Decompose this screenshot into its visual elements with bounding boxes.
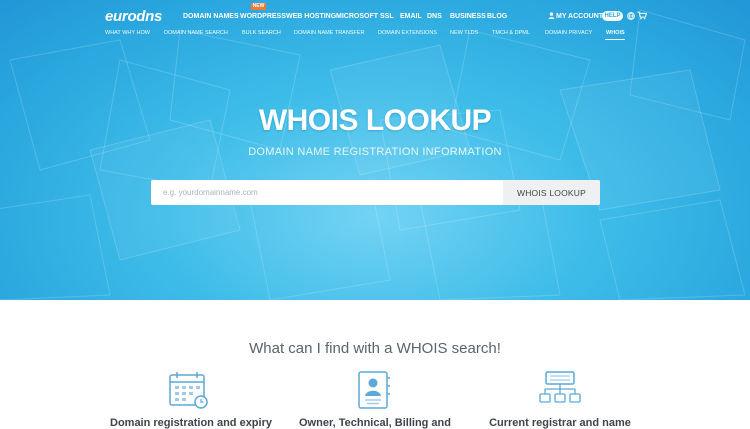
feature-label-registrar: Current registrar and name [489, 417, 631, 429]
my-account-link[interactable]: MY ACCOUNT [548, 12, 603, 20]
subnav-domain-name-transfer[interactable]: DOMAIN NAME TRANSFER [294, 30, 365, 36]
network-hierarchy-icon [539, 371, 581, 403]
hero-banner: eurodns DOMAIN NAMES WORDPRESS WEB HOSTI… [0, 0, 750, 300]
new-badge: NEW [251, 3, 266, 10]
nav-dns[interactable]: DNS [427, 13, 442, 20]
whois-lookup-button[interactable]: WHOIS LOOKUP [503, 180, 600, 205]
page-title: WHOIS LOOKUP [258, 104, 492, 137]
nav-microsoft[interactable]: MICROSOFT [336, 13, 378, 20]
subnav-bulk-search[interactable]: BULK SEARCH [242, 30, 281, 36]
features-heading: What can I find with a WHOIS search! [249, 340, 501, 357]
nav-blog[interactable]: BLOG [487, 13, 507, 20]
nav-business[interactable]: BUSINESS [450, 13, 486, 20]
nav-email[interactable]: EMAIL [400, 13, 422, 20]
feature-label-registration: Domain registration and expiry [110, 417, 272, 429]
subnav-tmch-dpml[interactable]: TMCH & DPML [492, 30, 530, 36]
contact-card-icon [358, 371, 390, 409]
help-button[interactable]: HELP [602, 11, 623, 21]
nav-ssl[interactable]: SSL [380, 13, 394, 20]
page-subtitle: DOMAIN NAME REGISTRATION INFORMATION [248, 146, 502, 158]
subnav-domain-name-search[interactable]: DOMAIN NAME SEARCH [164, 30, 228, 36]
subnav-new-tlds[interactable]: NEW TLDS [450, 30, 478, 36]
globe-icon[interactable] [627, 12, 635, 20]
active-tab-underline [605, 39, 625, 40]
feature-label-contacts: Owner, Technical, Billing and [299, 417, 451, 429]
domain-search-input[interactable] [151, 180, 503, 205]
my-account-label: MY ACCOUNT [556, 13, 604, 20]
subnav-what-why-how[interactable]: WHAT WHY HOW [105, 30, 150, 36]
nav-wordpress[interactable]: WORDPRESS [240, 13, 286, 20]
nav-domain-names[interactable]: DOMAIN NAMES [183, 13, 239, 20]
calendar-icon [169, 372, 208, 409]
subnav-domain-privacy[interactable]: DOMAIN PRIVACY [545, 30, 592, 36]
subnav-domain-extensions[interactable]: DOMAIN EXTENSIONS [378, 30, 437, 36]
subnav-whois[interactable]: WHOIS [606, 30, 625, 36]
user-icon [548, 12, 555, 19]
whois-search-form: WHOIS LOOKUP [151, 180, 600, 205]
cart-icon[interactable] [637, 11, 647, 20]
nav-web-hosting[interactable]: WEB HOSTING [286, 13, 336, 20]
